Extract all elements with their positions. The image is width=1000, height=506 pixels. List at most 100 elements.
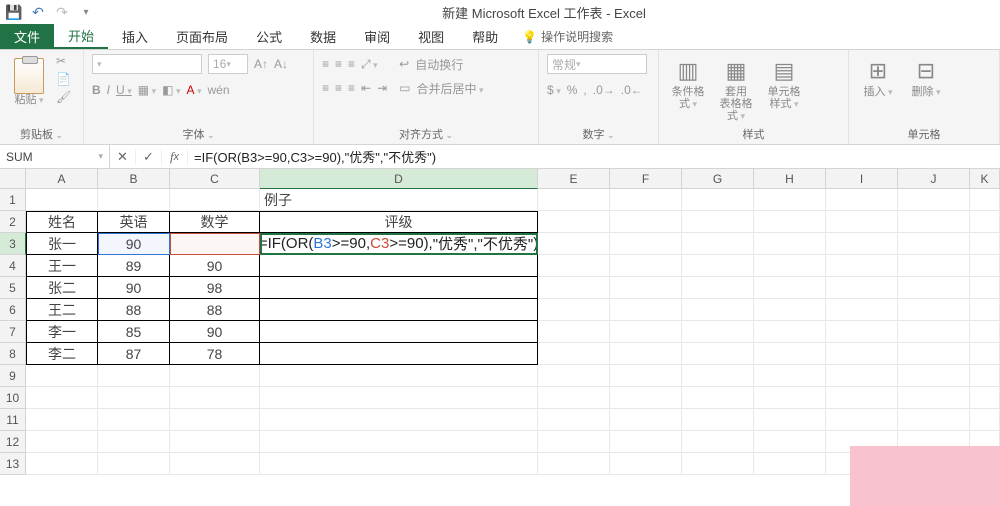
cell-k8[interactable] [970, 343, 1000, 365]
cell-b4[interactable]: 89 [98, 255, 170, 277]
copy-icon[interactable]: 📄 [56, 72, 71, 86]
tell-me[interactable]: 💡 操作说明搜索 [512, 24, 623, 49]
qat-customize-icon[interactable]: ▾ [78, 4, 94, 20]
cell-a12[interactable] [26, 431, 98, 453]
cell-f6[interactable] [610, 299, 682, 321]
cell-g8[interactable] [682, 343, 754, 365]
cell-h11[interactable] [754, 409, 826, 431]
cell-i8[interactable] [826, 343, 898, 365]
decrease-decimal-icon[interactable]: .0← [621, 83, 643, 97]
orientation-icon[interactable]: ⤢ [361, 57, 378, 72]
cell-c5[interactable]: 98 [170, 277, 260, 299]
cell-a7[interactable]: 李一 [26, 321, 98, 343]
cell-k2[interactable] [970, 211, 1000, 233]
cell-c6[interactable]: 88 [170, 299, 260, 321]
select-all-corner[interactable] [0, 169, 26, 189]
row-header-13[interactable]: 13 [0, 453, 26, 475]
cell-e1[interactable] [538, 189, 610, 211]
cell-g4[interactable] [682, 255, 754, 277]
row-header-1[interactable]: 1 [0, 189, 26, 211]
cell-h2[interactable] [754, 211, 826, 233]
undo-icon[interactable]: ↶ [30, 4, 46, 20]
col-header-d[interactable]: D [260, 169, 538, 189]
font-color-button[interactable]: A [186, 83, 201, 97]
decrease-indent-icon[interactable]: ⇤ [361, 81, 371, 95]
row-header-5[interactable]: 5 [0, 277, 26, 299]
cell-d1[interactable]: 例子 [260, 189, 538, 211]
row-header-12[interactable]: 12 [0, 431, 26, 453]
cell-f1[interactable] [610, 189, 682, 211]
cell-f10[interactable] [610, 387, 682, 409]
col-header-a[interactable]: A [26, 169, 98, 189]
tab-insert[interactable]: 插入 [108, 24, 162, 49]
cell-b8[interactable]: 87 [98, 343, 170, 365]
row-header-4[interactable]: 4 [0, 255, 26, 277]
cell-d7[interactable] [260, 321, 538, 343]
col-header-g[interactable]: G [682, 169, 754, 189]
cell-f4[interactable] [610, 255, 682, 277]
cell-b6[interactable]: 88 [98, 299, 170, 321]
cell-i1[interactable] [826, 189, 898, 211]
align-left-icon[interactable]: ≡ [322, 81, 329, 95]
percent-format-icon[interactable]: % [567, 83, 578, 97]
cell-b13[interactable] [98, 453, 170, 475]
cell-i2[interactable] [826, 211, 898, 233]
cell-i9[interactable] [826, 365, 898, 387]
cell-h6[interactable] [754, 299, 826, 321]
cell-j3[interactable] [898, 233, 970, 255]
font-name-select[interactable] [92, 54, 202, 74]
cell-c10[interactable] [170, 387, 260, 409]
paste-button[interactable]: 粘贴 [8, 54, 50, 106]
cell-f3[interactable] [610, 233, 682, 255]
cell-k7[interactable] [970, 321, 1000, 343]
insert-cells-button[interactable]: ⊞插入 [857, 54, 899, 98]
cell-g3[interactable] [682, 233, 754, 255]
cell-h5[interactable] [754, 277, 826, 299]
cell-k9[interactable] [970, 365, 1000, 387]
cell-c7[interactable]: 90 [170, 321, 260, 343]
cell-j2[interactable] [898, 211, 970, 233]
increase-font-icon[interactable]: A↑ [254, 57, 268, 71]
tab-file[interactable]: 文件 [0, 24, 54, 49]
cell-a8[interactable]: 李二 [26, 343, 98, 365]
name-box-dropdown-icon[interactable]: ▾ [98, 151, 103, 162]
cell-h3[interactable] [754, 233, 826, 255]
merge-center-button[interactable]: 合并后居中 [417, 80, 484, 97]
cell-f12[interactable] [610, 431, 682, 453]
cell-b11[interactable] [98, 409, 170, 431]
cell-a6[interactable]: 王二 [26, 299, 98, 321]
cell-i7[interactable] [826, 321, 898, 343]
cell-e7[interactable] [538, 321, 610, 343]
cell-b12[interactable] [98, 431, 170, 453]
cell-a3[interactable]: 张一 [26, 233, 98, 255]
format-painter-icon[interactable]: 🖌 [56, 90, 71, 104]
formula-input[interactable]: =IF(OR(B3>=90,C3>=90),"优秀","不优秀") [188, 145, 1000, 168]
cell-a13[interactable] [26, 453, 98, 475]
col-header-i[interactable]: I [826, 169, 898, 189]
cell-h12[interactable] [754, 431, 826, 453]
enter-formula-button[interactable]: ✓ [136, 149, 162, 165]
cell-h1[interactable] [754, 189, 826, 211]
cell-b7[interactable]: 85 [98, 321, 170, 343]
cell-e5[interactable] [538, 277, 610, 299]
cell-c12[interactable] [170, 431, 260, 453]
cell-h9[interactable] [754, 365, 826, 387]
row-header-7[interactable]: 7 [0, 321, 26, 343]
cancel-formula-button[interactable]: ✕ [110, 149, 136, 165]
row-header-10[interactable]: 10 [0, 387, 26, 409]
cell-j6[interactable] [898, 299, 970, 321]
cell-g5[interactable] [682, 277, 754, 299]
cut-icon[interactable]: ✂ [56, 54, 71, 68]
cell-f8[interactable] [610, 343, 682, 365]
tab-page-layout[interactable]: 页面布局 [162, 24, 242, 49]
cell-k1[interactable] [970, 189, 1000, 211]
cell-d11[interactable] [260, 409, 538, 431]
cell-d10[interactable] [260, 387, 538, 409]
cell-c1[interactable] [170, 189, 260, 211]
cell-h13[interactable] [754, 453, 826, 475]
tab-data[interactable]: 数据 [296, 24, 350, 49]
cell-a9[interactable] [26, 365, 98, 387]
cell-c8[interactable]: 78 [170, 343, 260, 365]
cell-b2[interactable]: 英语 [98, 211, 170, 233]
tab-view[interactable]: 视图 [404, 24, 458, 49]
